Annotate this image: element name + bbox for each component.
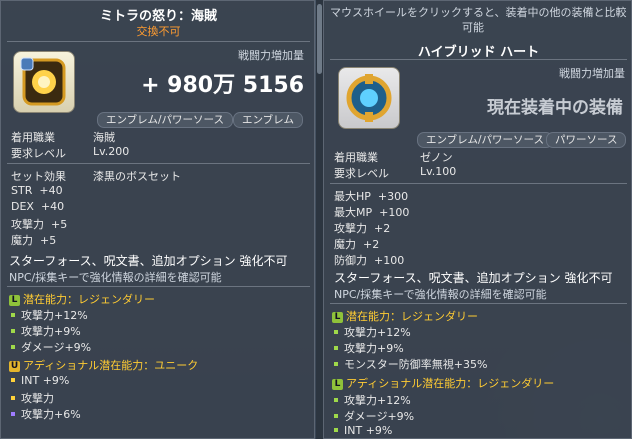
level-label: 要求レベル bbox=[334, 167, 389, 180]
level-value: Lv.100 bbox=[420, 165, 457, 178]
divider bbox=[7, 286, 310, 287]
stat-line: 攻撃力 +2 bbox=[334, 222, 391, 235]
set-effect-label: セット効果 bbox=[11, 170, 66, 183]
category-tag: エンブレム/パワーソース bbox=[97, 112, 233, 128]
enhance-notice: スターフォース、呪文書、追加オプション 強化不可 bbox=[334, 271, 613, 285]
category-tag: エンブレム bbox=[233, 112, 303, 128]
stat-line: STR +40 bbox=[11, 184, 63, 197]
divider bbox=[330, 183, 627, 184]
stat-line: 防御力 +100 bbox=[334, 254, 405, 267]
stat-line: 魔力 +2 bbox=[334, 238, 380, 251]
enhance-notice: スターフォース、呪文書、追加オプション 強化不可 bbox=[9, 254, 288, 268]
item-title: ミトラの怒り：海賊 bbox=[99, 9, 217, 24]
tooltip-scrollbar[interactable] bbox=[316, 0, 323, 439]
atk-increase-label: 戦闘力増加量 bbox=[238, 49, 304, 62]
potential-line: 攻撃力+9% bbox=[332, 340, 404, 356]
level-value: Lv.200 bbox=[93, 145, 130, 158]
enhance-notice-sub: NPC/採集キーで強化情報の詳細を確認可能 bbox=[9, 271, 222, 284]
additional-potential-title: L アディショナル潜在能力：レジェンダリー bbox=[332, 375, 554, 391]
set-effect-value: 漆黒のボスセット bbox=[93, 170, 181, 183]
divider bbox=[7, 163, 310, 164]
divider bbox=[330, 59, 627, 60]
stat-line: 攻撃力 +5 bbox=[11, 218, 68, 231]
job-value: 海賊 bbox=[93, 131, 115, 144]
stat-line: 魔力 +5 bbox=[11, 234, 57, 247]
additional-potential-line: 攻撃力+6% bbox=[9, 406, 81, 422]
category-tag: パワーソース bbox=[546, 132, 627, 148]
additional-potential-title: U アディショナル潜在能力：ユニーク bbox=[9, 359, 199, 372]
heart-item-icon bbox=[338, 67, 400, 129]
stat-line: 最大HP +300 bbox=[334, 190, 409, 203]
additional-potential-line: 攻撃力+12% bbox=[332, 392, 411, 408]
potential-title: L 潜在能力：レジェンダリー bbox=[332, 308, 478, 324]
divider bbox=[7, 41, 310, 42]
additional-potential-line: 攻撃力 bbox=[9, 390, 54, 406]
divider bbox=[330, 303, 627, 304]
job-value: ゼノン bbox=[420, 151, 453, 164]
potential-line: 攻撃力+9% bbox=[9, 323, 81, 339]
additional-potential-line: INT +9% bbox=[9, 374, 69, 387]
additional-potential-line: ダメージ+9% bbox=[332, 408, 414, 424]
item-title: ハイブリッド ハート bbox=[417, 45, 540, 60]
compare-hint: マウスホイールをクリックすると、装着中の他の装備と比較 bbox=[330, 6, 627, 19]
job-label: 着用職業 bbox=[11, 131, 55, 144]
job-label: 着用職業 bbox=[334, 151, 378, 164]
potential-line: 攻撃力+12% bbox=[332, 324, 411, 340]
atk-increase-value: + 980万 5156 bbox=[141, 73, 304, 98]
level-label: 要求レベル bbox=[11, 147, 66, 160]
item-tooltip-right: マウスホイールをクリックすると、装着中の他の装備と比較 可能 ハイブリッド ハー… bbox=[323, 0, 632, 439]
potential-title: L 潜在能力：レジェンダリー bbox=[9, 291, 155, 307]
additional-potential-line: INT +9% bbox=[332, 424, 392, 437]
stat-line: 最大MP +100 bbox=[334, 206, 410, 219]
scrollbar-thumb[interactable] bbox=[317, 4, 322, 74]
enhance-notice-sub: NPC/採集キーで強化情報の詳細を確認可能 bbox=[334, 288, 547, 301]
currently-equipped-label: 現在装着中の装備 bbox=[487, 98, 623, 118]
atk-increase-label: 戦闘力増加量 bbox=[559, 67, 625, 80]
emblem-item-icon bbox=[13, 51, 75, 113]
compare-hint-2: 可能 bbox=[462, 21, 484, 34]
potential-line: 攻撃力+12% bbox=[9, 307, 88, 323]
stat-line: DEX +40 bbox=[11, 200, 65, 213]
potential-line: モンスター防御率無視+35% bbox=[332, 356, 487, 372]
untradeable-label: 交換不可 bbox=[136, 25, 181, 38]
potential-line: ダメージ+9% bbox=[9, 339, 91, 355]
item-tooltip-left: ミトラの怒り：海賊 交換不可 戦闘力増加量 + 980万 5156 エンブレム/… bbox=[0, 0, 315, 439]
category-tag: エンブレム/パワーソース bbox=[417, 132, 553, 148]
